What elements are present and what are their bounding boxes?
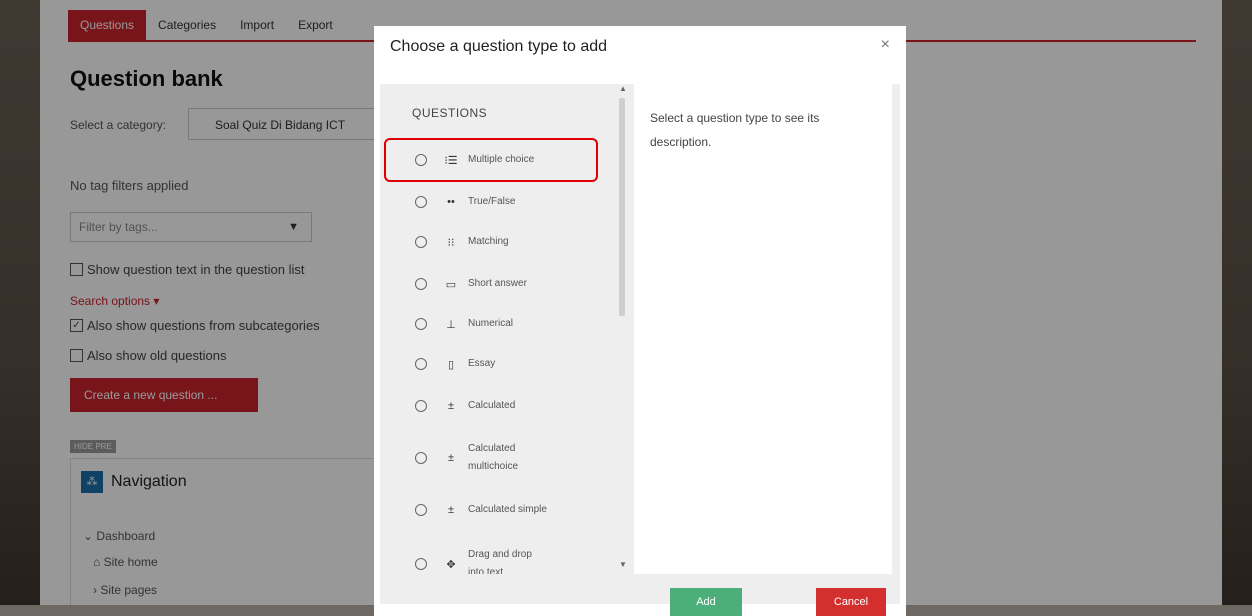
list-scrollbar[interactable]: ▲ ▼ xyxy=(616,84,630,574)
description-panel: Select a question type to see its descri… xyxy=(634,84,892,574)
calculated-multichoice-icon: ± xyxy=(447,452,455,464)
scrollbar-thumb[interactable] xyxy=(619,98,625,316)
question-type-dialog: Choose a question type to add × QUESTION… xyxy=(374,26,906,616)
true-false-icon: •• xyxy=(447,196,455,208)
question-type-option[interactable]: ✥ Drag and drop into text xyxy=(380,540,616,574)
dialog-body: QUESTIONS ⁝☰ Multiple choice •• True/Fal… xyxy=(380,84,900,604)
question-type-label: Numerical xyxy=(468,318,514,329)
question-type-option[interactable]: ⊥ Numerical xyxy=(380,304,616,344)
radio-button[interactable] xyxy=(415,504,427,516)
selection-highlight xyxy=(384,138,598,182)
matching-icon: ⁝⁝ xyxy=(447,236,455,249)
radio-button[interactable] xyxy=(415,452,427,464)
question-type-option[interactable]: ± Calculated xyxy=(380,386,616,426)
radio-button[interactable] xyxy=(415,236,427,248)
radio-button[interactable] xyxy=(415,318,427,330)
question-type-label: Calculated multichoice xyxy=(468,443,519,472)
dialog-title: Choose a question type to add xyxy=(390,38,608,55)
question-type-label: Calculated simple xyxy=(468,504,547,515)
numerical-icon: ⊥ xyxy=(446,318,456,331)
radio-button[interactable] xyxy=(415,400,427,412)
question-type-option[interactable]: ± Calculated simple xyxy=(380,490,616,530)
question-type-option[interactable]: ⁝⁝ Matching xyxy=(380,222,616,262)
calculated-simple-icon: ± xyxy=(447,504,455,516)
radio-button[interactable] xyxy=(415,358,427,370)
close-icon[interactable]: × xyxy=(881,36,890,54)
cancel-button[interactable]: Cancel xyxy=(816,588,886,616)
question-type-label: Short answer xyxy=(468,278,527,289)
question-type-list: QUESTIONS ⁝☰ Multiple choice •• True/Fal… xyxy=(380,84,616,574)
question-type-label: Essay xyxy=(468,358,496,369)
drag-drop-icon: ✥ xyxy=(446,558,456,571)
add-button[interactable]: Add xyxy=(670,588,742,616)
question-type-label: Calculated xyxy=(468,400,516,411)
question-type-option[interactable]: ▭ Short answer xyxy=(380,264,616,304)
radio-button[interactable] xyxy=(415,278,427,290)
question-type-option[interactable]: •• True/False xyxy=(380,182,616,222)
question-type-label: True/False xyxy=(468,196,516,207)
short-answer-icon: ▭ xyxy=(445,278,457,291)
scroll-down-icon[interactable]: ▼ xyxy=(619,560,627,569)
radio-button[interactable] xyxy=(415,196,427,208)
radio-button[interactable] xyxy=(415,558,427,570)
question-type-label: Matching xyxy=(468,236,509,247)
description-text: Select a question type to see its descri… xyxy=(650,111,820,149)
essay-icon: ▯ xyxy=(447,358,455,371)
scroll-up-icon[interactable]: ▲ xyxy=(619,84,627,93)
question-type-option[interactable]: ± Calculated multichoice xyxy=(380,434,616,482)
question-type-option[interactable]: ▯ Essay xyxy=(380,344,616,384)
questions-section-header: QUESTIONS xyxy=(412,106,488,120)
question-type-label: Drag and drop into text xyxy=(468,549,532,574)
calculated-icon: ± xyxy=(447,400,455,412)
